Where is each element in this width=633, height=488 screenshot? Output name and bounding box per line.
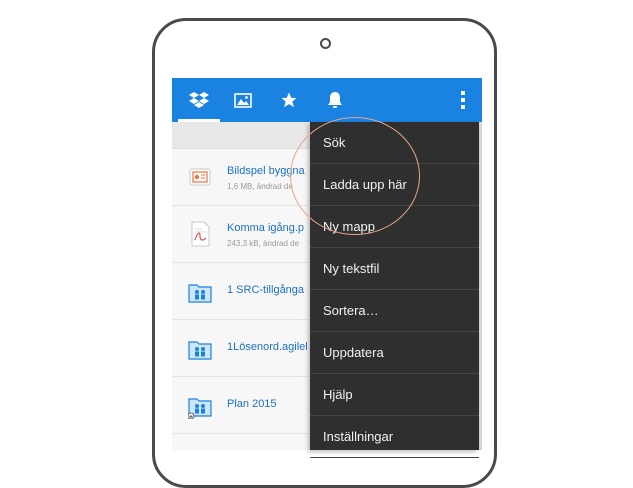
menu-item-label: Hjälp bbox=[323, 387, 353, 402]
presentation-file-icon bbox=[188, 163, 212, 191]
shared-folder-icon bbox=[188, 334, 212, 362]
photos-icon bbox=[234, 92, 252, 108]
folder-name: 1Lösenord.agilel bbox=[227, 341, 308, 353]
menu-item-label: Ladda upp här bbox=[323, 177, 407, 192]
top-app-bar bbox=[172, 78, 482, 122]
menu-item-label: Sortera… bbox=[323, 303, 379, 318]
file-meta: 1,6 MB, ändrad de bbox=[227, 182, 293, 191]
menu-item-settings[interactable]: Inställningar bbox=[310, 416, 479, 458]
menu-item-refresh[interactable]: Uppdatera bbox=[310, 332, 479, 374]
shared-folder-lock-icon bbox=[188, 391, 212, 419]
menu-item-sort[interactable]: Sortera… bbox=[310, 290, 479, 332]
tab-files[interactable] bbox=[176, 78, 222, 122]
menu-item-label: Ny tekstfil bbox=[323, 261, 380, 276]
bell-icon bbox=[327, 91, 343, 109]
menu-item-label: Uppdatera bbox=[323, 345, 384, 360]
file-name: Bildspel byggna bbox=[227, 165, 305, 177]
phone-camera bbox=[320, 38, 331, 49]
menu-item-new-folder[interactable]: Ny mapp bbox=[310, 206, 479, 248]
file-name: Komma igång.p bbox=[227, 222, 305, 234]
menu-item-search[interactable]: Sök bbox=[310, 122, 479, 164]
more-vertical-icon bbox=[460, 90, 466, 110]
tab-photos[interactable] bbox=[220, 78, 266, 122]
menu-item-new-text-file[interactable]: Ny tekstfil bbox=[310, 248, 479, 290]
dropbox-icon bbox=[189, 91, 209, 109]
scrollbar-track bbox=[479, 122, 482, 450]
folder-name: Plan 2015 bbox=[227, 398, 277, 410]
menu-item-label: Sök bbox=[323, 135, 346, 150]
file-meta: 243,3 kB, ändrad de bbox=[227, 239, 300, 248]
menu-item-label: Ny mapp bbox=[323, 219, 376, 234]
menu-item-upload-here[interactable]: Ladda upp här bbox=[310, 164, 479, 206]
folder-name: 1 SRC-tillgånga bbox=[227, 284, 305, 296]
tab-favorites[interactable] bbox=[266, 78, 312, 122]
menu-item-help[interactable]: Hjälp bbox=[310, 374, 479, 416]
overflow-menu: Sök Ladda upp här Ny mapp Ny tekstfil So… bbox=[310, 122, 479, 458]
pdf-file-icon bbox=[188, 220, 212, 248]
shared-folder-icon bbox=[188, 277, 212, 305]
tab-notifications[interactable] bbox=[312, 78, 358, 122]
menu-item-label: Inställningar bbox=[323, 429, 394, 444]
overflow-menu-button[interactable] bbox=[440, 78, 482, 122]
star-icon bbox=[280, 91, 298, 109]
